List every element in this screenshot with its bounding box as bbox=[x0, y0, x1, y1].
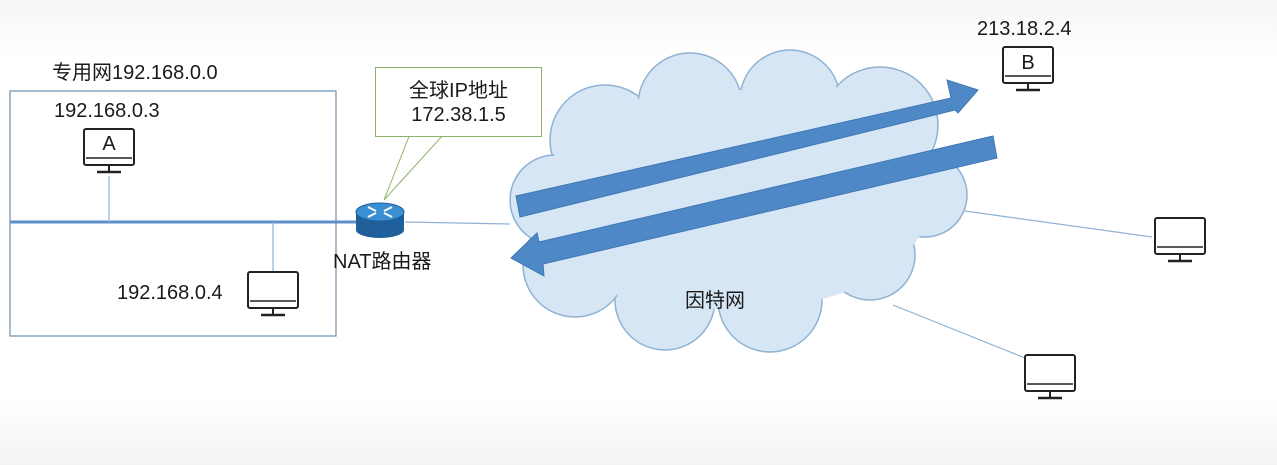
callout-ip: 172.38.1.5 bbox=[411, 104, 506, 126]
global-ip-callout: 全球IP地址 172.38.1.5 bbox=[375, 67, 542, 137]
internet-label: 因特网 bbox=[685, 290, 745, 312]
host-2-monitor-icon bbox=[246, 270, 300, 317]
host-2-ip: 192.168.0.4 bbox=[117, 282, 223, 304]
router-label: NAT路由器 bbox=[333, 251, 432, 273]
link-right-host bbox=[964, 210, 1153, 238]
host-b-ip: 213.18.2.4 bbox=[977, 18, 1072, 40]
router-uplink bbox=[404, 221, 511, 225]
link-bottom-host bbox=[892, 304, 1031, 361]
callout-title: 全球IP地址 bbox=[409, 80, 508, 102]
host-b-name: B bbox=[1021, 52, 1035, 74]
right-host-monitor-icon bbox=[1153, 216, 1207, 263]
router-icon bbox=[355, 202, 405, 238]
host-a-ip: 192.168.0.3 bbox=[54, 100, 160, 122]
private-network-title: 专用网192.168.0.0 bbox=[52, 62, 218, 84]
host-a-name: A bbox=[102, 133, 116, 155]
bottom-host-monitor-icon bbox=[1023, 353, 1077, 400]
callout-pointer bbox=[383, 133, 446, 201]
